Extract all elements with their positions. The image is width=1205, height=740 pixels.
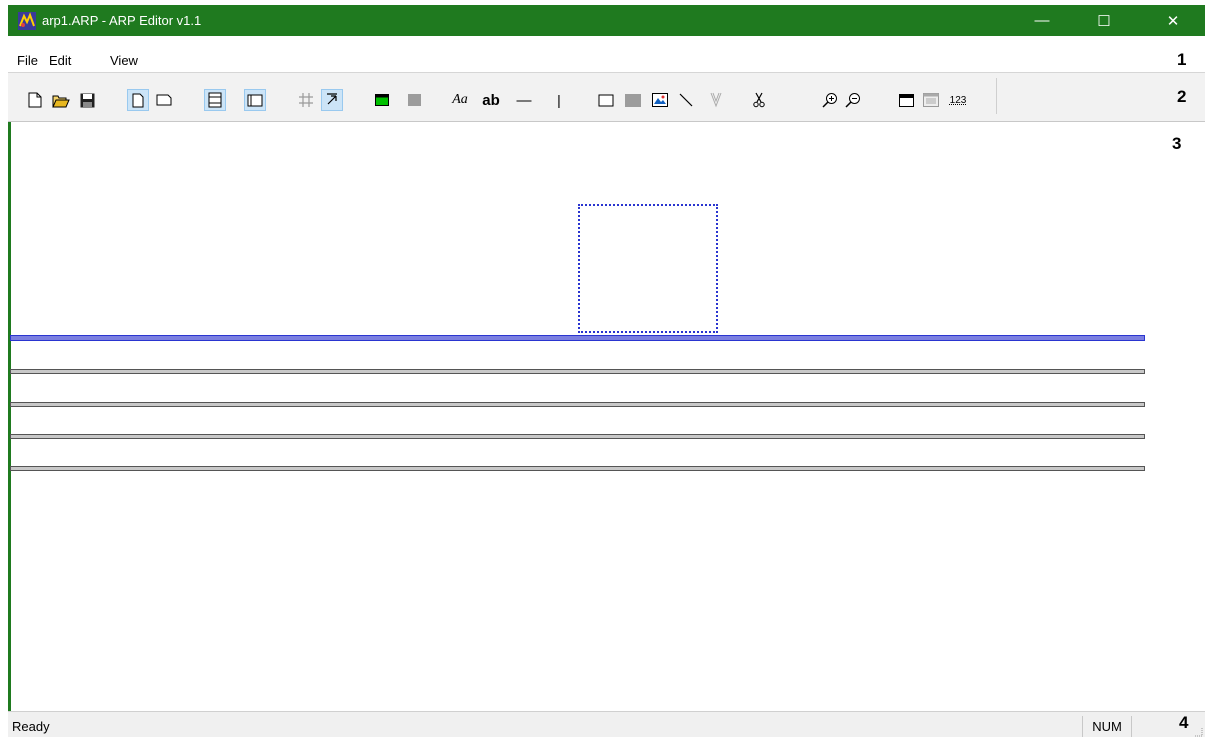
landscape-button[interactable] — [153, 89, 175, 111]
cut-button[interactable] — [748, 89, 770, 111]
zoom-in-icon — [822, 93, 837, 108]
open-button[interactable] — [50, 89, 72, 111]
menu-file[interactable]: File — [17, 53, 38, 68]
close-button[interactable]: ✕ — [1150, 5, 1196, 36]
marker-3: 3 — [1172, 134, 1182, 153]
grid-icon — [299, 93, 313, 107]
new-document-button[interactable] — [24, 89, 46, 111]
field-tool-button[interactable]: ab — [478, 89, 504, 111]
rectangle-icon — [598, 94, 614, 106]
report-band[interactable] — [10, 434, 1145, 439]
resize-grip-icon[interactable] — [1193, 725, 1203, 737]
window-icon — [898, 93, 914, 107]
diagonal-line-icon — [679, 93, 693, 107]
snap-arrow-icon — [327, 93, 337, 105]
maximize-button[interactable]: ☐ — [1081, 5, 1127, 36]
num-lock-indicator: NUM — [1082, 716, 1132, 737]
image-button[interactable] — [649, 89, 671, 111]
zoom-in-button[interactable] — [819, 89, 841, 111]
barcode-icon — [710, 92, 722, 108]
app-icon[interactable] — [18, 12, 36, 30]
title-bar: arp1.ARP - ARP Editor v1.1 — ☐ ✕ — [8, 5, 1205, 36]
horizontal-line-button[interactable]: — — [513, 89, 535, 111]
zoom-out-icon — [845, 93, 860, 108]
image-icon — [652, 93, 668, 107]
band-view-button[interactable] — [204, 89, 226, 111]
marker-4: 4 — [1179, 713, 1189, 732]
selected-object[interactable] — [578, 204, 718, 333]
menu-edit[interactable]: Edit — [49, 53, 71, 68]
marker-1: 1 — [1177, 50, 1187, 69]
preview-button[interactable] — [920, 89, 942, 111]
gray-fill-icon — [407, 94, 421, 106]
window-title: arp1.ARP - ARP Editor v1.1 — [42, 13, 202, 28]
report-band[interactable] — [10, 402, 1145, 407]
report-band[interactable] — [10, 369, 1145, 374]
report-band-selected[interactable] — [10, 335, 1145, 341]
menu-bar: File Edit View 1 — [8, 36, 1205, 73]
preview-icon — [923, 93, 939, 107]
scissors-icon — [753, 92, 765, 108]
filled-rectangle-button[interactable] — [622, 89, 644, 111]
menu-view[interactable]: View — [110, 53, 138, 68]
marker-2: 2 — [1177, 87, 1187, 106]
color-fill-icon — [375, 94, 389, 106]
band-color-button[interactable] — [371, 89, 393, 111]
numbering-button[interactable]: 123 — [947, 89, 969, 111]
band-layout-icon — [208, 92, 222, 108]
grid-button[interactable] — [295, 89, 317, 111]
new-document-icon — [28, 92, 42, 108]
status-text: Ready — [12, 719, 50, 734]
rectangle-button[interactable] — [595, 89, 617, 111]
vertical-line-button[interactable]: | — [548, 89, 570, 111]
gray-fill-button[interactable] — [403, 89, 425, 111]
filled-rectangle-icon — [625, 93, 641, 107]
zoom-out-button[interactable] — [842, 89, 864, 111]
report-band[interactable] — [10, 466, 1145, 471]
page-margins-icon — [247, 94, 263, 106]
window-button[interactable] — [895, 89, 917, 111]
status-bar: Ready NUM 4 — [8, 711, 1205, 737]
snap-to-grid-button[interactable] — [321, 89, 343, 111]
portrait-button[interactable] — [127, 89, 149, 111]
landscape-page-icon — [156, 94, 172, 106]
open-folder-icon — [52, 95, 70, 107]
page-margins-button[interactable] — [244, 89, 266, 111]
diagonal-line-button[interactable] — [675, 89, 697, 111]
barcode-button[interactable] — [705, 89, 727, 111]
toolbar: Aa ab — | 123 2 — [8, 73, 1205, 122]
portrait-page-icon — [132, 93, 144, 107]
toolbar-separator — [996, 78, 997, 114]
minimize-button[interactable]: — — [1019, 5, 1065, 36]
save-button[interactable] — [76, 89, 98, 111]
save-icon — [80, 93, 94, 107]
text-tool-button[interactable]: Aa — [446, 89, 474, 111]
